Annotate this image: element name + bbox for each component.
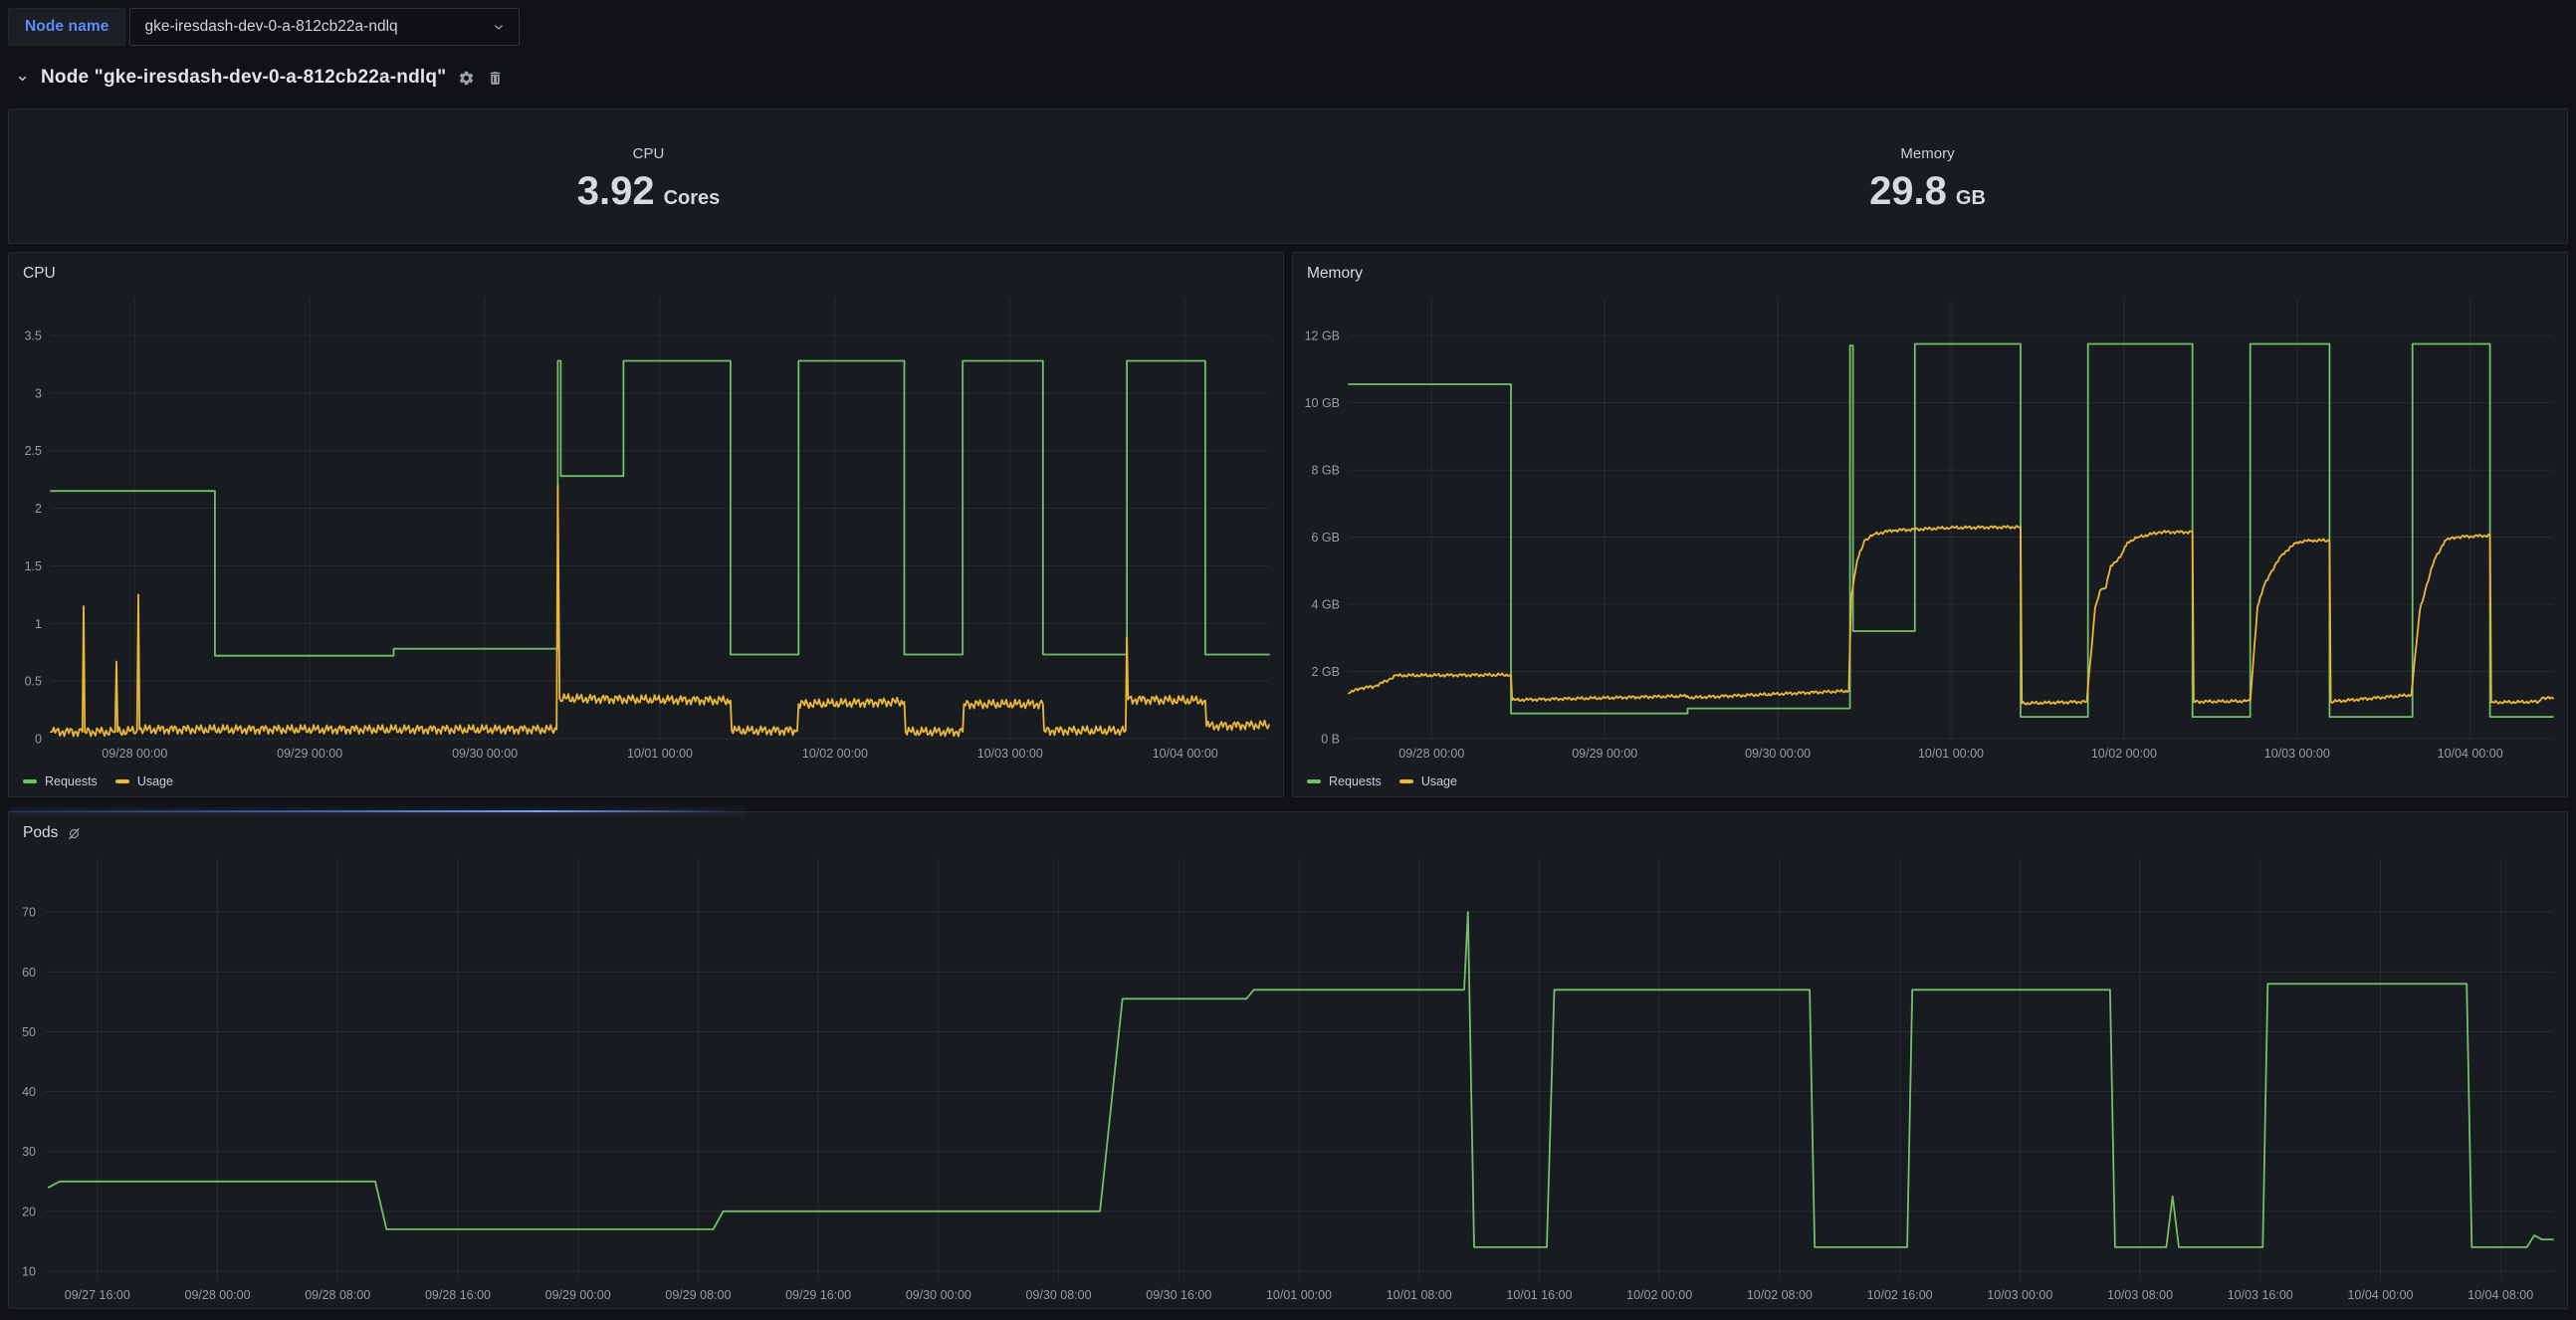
svg-text:0: 0 <box>35 733 42 747</box>
svg-text:10/04 08:00: 10/04 08:00 <box>2468 1288 2533 1302</box>
svg-text:10/03 16:00: 10/03 16:00 <box>2228 1288 2293 1302</box>
svg-text:70: 70 <box>22 906 36 920</box>
svg-text:10/03 00:00: 10/03 00:00 <box>977 747 1043 761</box>
cpu-chart[interactable]: 0 0.5 1 1.5 2 2.5 3 3.5 09/28 00:00 09/29 00:00 09… <box>9 291 1283 767</box>
svg-text:10/01 00:00: 10/01 00:00 <box>1918 747 1984 761</box>
svg-text:8 GB: 8 GB <box>1312 464 1341 478</box>
svg-text:09/29 08:00: 09/29 08:00 <box>665 1288 731 1302</box>
svg-text:3.5: 3.5 <box>25 330 42 343</box>
memory-stat-unit: GB <box>1956 187 1986 210</box>
cpu-panel: CPU 0 0.5 1 1.5 2 2.5 3 3.5 09/28 00:00 09/29 00:… <box>8 252 1284 797</box>
svg-text:10/02 00:00: 10/02 00:00 <box>2091 747 2157 761</box>
memory-panel-title[interactable]: Memory <box>1307 265 1363 283</box>
svg-text:10/03 00:00: 10/03 00:00 <box>1987 1288 2052 1302</box>
cpu-stat-unit: Cores <box>664 187 721 210</box>
svg-text:30: 30 <box>22 1145 36 1159</box>
svg-text:12 GB: 12 GB <box>1305 330 1340 343</box>
node-variable-value: gke-iresdash-dev-0-a-812cb22a-ndlq <box>144 18 397 36</box>
memory-stat-value: 29.8 <box>1869 171 1947 211</box>
svg-text:10/02 00:00: 10/02 00:00 <box>802 747 868 761</box>
svg-text:10/01 16:00: 10/01 16:00 <box>1506 1288 1572 1302</box>
row-title: Node "gke-iresdash-dev-0-a-812cb22a-ndlq… <box>41 67 446 89</box>
stat-panel: CPU 3.92 Cores Memory 29.8 GB <box>8 109 2568 244</box>
svg-text:40: 40 <box>22 1085 36 1099</box>
svg-text:60: 60 <box>22 966 36 980</box>
legend-item-usage[interactable]: Usage <box>115 774 173 788</box>
legend-swatch <box>1399 779 1413 783</box>
svg-text:09/28 08:00: 09/28 08:00 <box>305 1288 370 1302</box>
chevron-down-icon <box>493 21 505 33</box>
svg-text:10/03 00:00: 10/03 00:00 <box>2264 747 2330 761</box>
memory-panel: Memory 0 B 2 GB 4 GB 6 GB 8 GB 10 GB 12 GB 09/2… <box>1292 252 2568 797</box>
memory-chart[interactable]: 0 B 2 GB 4 GB 6 GB 8 GB 10 GB 12 GB 09/28 00:00… <box>1293 291 2567 767</box>
legend-swatch <box>23 779 37 783</box>
pods-panel: Pods 10 20 30 40 50 60 70 09/27 16:00 09/28 00:0… <box>8 811 2568 1309</box>
svg-text:10: 10 <box>22 1264 36 1278</box>
variable-label: Node name <box>8 8 125 46</box>
svg-text:09/30 08:00: 09/30 08:00 <box>1026 1288 1092 1302</box>
legend-item-requests[interactable]: Requests <box>23 774 98 788</box>
legend-swatch <box>1307 779 1321 783</box>
cpu-stat: CPU 3.92 Cores <box>9 110 1288 243</box>
svg-text:10/04 00:00: 10/04 00:00 <box>2347 1288 2413 1302</box>
cpu-legend: Requests Usage <box>9 767 1283 796</box>
svg-text:10/01 00:00: 10/01 00:00 <box>1266 1288 1332 1302</box>
svg-text:2.5: 2.5 <box>25 444 42 458</box>
row-settings-gear-icon[interactable] <box>458 70 475 87</box>
svg-text:10/02 08:00: 10/02 08:00 <box>1747 1288 1813 1302</box>
legend-item-requests[interactable]: Requests <box>1307 774 1382 788</box>
pods-chart[interactable]: 10 20 30 40 50 60 70 09/27 16:00 09/28 00:00 09/2… <box>9 850 2567 1308</box>
svg-text:50: 50 <box>22 1025 36 1039</box>
cpu-stat-value: 3.92 <box>577 171 655 211</box>
svg-text:09/28 00:00: 09/28 00:00 <box>102 747 167 761</box>
dashboard-controls-bar: Node name gke-iresdash-dev-0-a-812cb22a-… <box>8 8 2568 46</box>
svg-text:09/29 00:00: 09/29 00:00 <box>545 1288 611 1302</box>
memory-legend: Requests Usage <box>1293 767 2567 796</box>
svg-text:09/30 00:00: 09/30 00:00 <box>452 747 518 761</box>
svg-text:10/01 08:00: 10/01 08:00 <box>1387 1288 1452 1302</box>
svg-text:0.5: 0.5 <box>25 675 42 689</box>
svg-text:20: 20 <box>22 1205 36 1218</box>
svg-text:3: 3 <box>35 386 42 400</box>
svg-text:10/04 00:00: 10/04 00:00 <box>2438 747 2503 761</box>
svg-text:09/28 00:00: 09/28 00:00 <box>185 1288 251 1302</box>
row-delete-trash-icon[interactable] <box>487 70 504 87</box>
row-collapse-chevron-icon[interactable] <box>16 72 29 85</box>
svg-text:10/03 08:00: 10/03 08:00 <box>2107 1288 2173 1302</box>
svg-text:09/29 00:00: 09/29 00:00 <box>1572 747 1637 761</box>
svg-text:6 GB: 6 GB <box>1312 531 1341 545</box>
svg-text:10/02 00:00: 10/02 00:00 <box>1626 1288 1692 1302</box>
legend-swatch <box>115 779 129 783</box>
row-header[interactable]: Node "gke-iresdash-dev-0-a-812cb22a-ndlq… <box>16 61 2568 95</box>
svg-text:1: 1 <box>35 617 42 631</box>
svg-text:1.5: 1.5 <box>25 559 42 573</box>
svg-text:0 B: 0 B <box>1321 733 1340 747</box>
grafana-dashboard: { "colors": { "background": "#111217", "… <box>0 0 2576 1320</box>
svg-text:09/27 16:00: 09/27 16:00 <box>65 1288 130 1302</box>
svg-text:2 GB: 2 GB <box>1312 665 1341 679</box>
cpu-panel-title[interactable]: CPU <box>23 265 56 283</box>
svg-text:09/28 00:00: 09/28 00:00 <box>1398 747 1464 761</box>
sync-slash-icon[interactable] <box>67 826 82 841</box>
legend-item-usage[interactable]: Usage <box>1399 774 1457 788</box>
svg-text:10/04 00:00: 10/04 00:00 <box>1153 747 1218 761</box>
svg-text:2: 2 <box>35 502 42 516</box>
svg-text:09/29 16:00: 09/29 16:00 <box>785 1288 851 1302</box>
node-variable-dropdown[interactable]: gke-iresdash-dev-0-a-812cb22a-ndlq <box>129 8 520 46</box>
svg-text:09/30 00:00: 09/30 00:00 <box>1745 747 1811 761</box>
svg-text:09/30 00:00: 09/30 00:00 <box>906 1288 971 1302</box>
svg-text:10/02 16:00: 10/02 16:00 <box>1867 1288 1933 1302</box>
svg-text:10 GB: 10 GB <box>1305 396 1340 410</box>
pods-panel-title[interactable]: Pods <box>23 824 58 842</box>
svg-text:09/28 16:00: 09/28 16:00 <box>425 1288 491 1302</box>
svg-text:09/29 00:00: 09/29 00:00 <box>277 747 342 761</box>
cpu-stat-title: CPU <box>633 145 665 162</box>
memory-stat: Memory 29.8 GB <box>1288 110 2567 243</box>
memory-stat-title: Memory <box>1900 145 1954 162</box>
svg-text:10/01 00:00: 10/01 00:00 <box>627 747 693 761</box>
svg-text:09/30 16:00: 09/30 16:00 <box>1146 1288 1211 1302</box>
svg-text:4 GB: 4 GB <box>1312 598 1341 612</box>
